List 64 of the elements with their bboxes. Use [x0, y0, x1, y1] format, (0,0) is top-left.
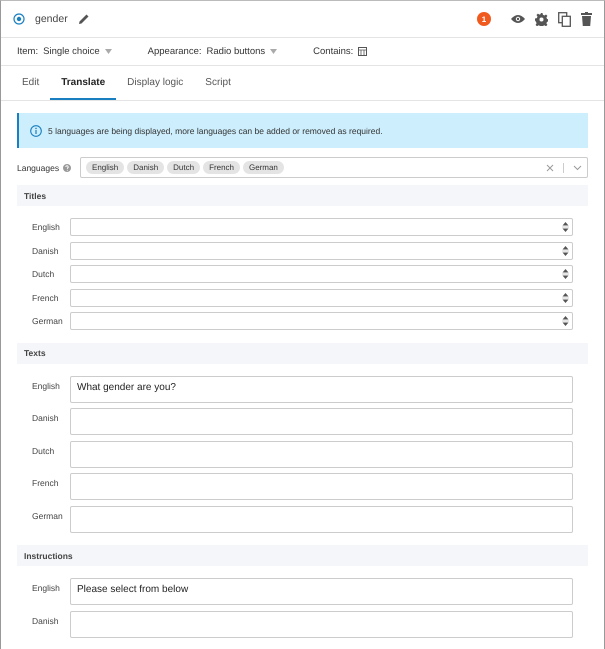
text-field[interactable] — [70, 312, 573, 330]
tab[interactable]: Script — [194, 66, 242, 100]
property-label: Item: — [17, 46, 38, 57]
property-value[interactable]: Single choice — [43, 46, 100, 57]
text-area[interactable] — [70, 408, 573, 435]
language-label: Danish — [32, 412, 60, 423]
radio-selected-icon — [13, 13, 25, 25]
section-header: Titles — [17, 185, 588, 206]
text-area[interactable]: What gender are you? — [70, 376, 573, 402]
caret-icon[interactable] — [270, 49, 278, 54]
trash-icon[interactable] — [581, 12, 592, 26]
spinner-icon[interactable] — [561, 267, 570, 281]
language-label: French — [32, 292, 60, 302]
text-area[interactable] — [70, 610, 573, 638]
language-label: Danish — [32, 246, 60, 256]
text-field[interactable] — [70, 288, 573, 306]
language-label: Dutch — [32, 444, 56, 456]
close-icon[interactable] — [546, 164, 554, 172]
property-label: Contains: — [313, 46, 354, 57]
copy-icon[interactable] — [558, 12, 571, 26]
info-message: 5 languages are being displayed, more languages can be added or removed as required. — [48, 126, 383, 136]
language-tag[interactable]: Danish — [127, 161, 164, 174]
property-value[interactable]: Radio buttons — [206, 46, 266, 57]
languages-select[interactable]: English Danish Dutch French German — [80, 157, 588, 178]
item-name: gender — [35, 13, 68, 25]
notification-badge: 1 — [477, 12, 491, 26]
tab[interactable]: Edit — [11, 66, 50, 100]
spinner-icon[interactable] — [561, 290, 570, 304]
language-label: English — [32, 380, 61, 390]
text-field[interactable] — [70, 265, 573, 283]
tab[interactable]: Translate — [50, 66, 116, 100]
grid-icon[interactable] — [358, 47, 368, 56]
language-label: French — [32, 477, 60, 488]
text-area[interactable] — [70, 473, 573, 500]
info-icon — [30, 124, 42, 136]
spinner-icon[interactable] — [561, 220, 570, 234]
settings-icon[interactable] — [535, 12, 548, 26]
text-area[interactable] — [70, 506, 573, 532]
caret-icon[interactable] — [104, 49, 112, 54]
text-field[interactable] — [70, 218, 573, 236]
spinner-icon[interactable] — [561, 314, 570, 328]
language-tag[interactable]: English — [86, 161, 124, 174]
eye-icon[interactable] — [511, 14, 525, 24]
language-label: German — [32, 510, 64, 520]
tab[interactable]: Display logic — [116, 66, 194, 100]
language-label: Dutch — [32, 269, 56, 279]
property-label: Appearance: — [148, 46, 202, 57]
text-area[interactable] — [70, 440, 573, 468]
chevron-down-icon[interactable] — [573, 164, 582, 170]
languages-label: Languages — [17, 162, 60, 172]
language-label: English — [32, 222, 61, 232]
language-label: Danish — [32, 614, 60, 626]
language-label: English — [32, 582, 61, 593]
pencil-icon[interactable] — [78, 13, 90, 25]
text-field[interactable] — [70, 242, 573, 260]
help-icon[interactable] — [63, 164, 72, 172]
spinner-icon[interactable] — [561, 244, 570, 258]
text-area[interactable]: Please select from below — [70, 578, 573, 605]
language-label: German — [32, 316, 64, 326]
language-tag[interactable]: German — [242, 161, 284, 174]
section-header: Texts — [17, 342, 588, 364]
language-tag[interactable]: French — [203, 161, 240, 174]
section-header: Instructions — [17, 545, 588, 566]
language-tag[interactable]: Dutch — [167, 161, 200, 174]
